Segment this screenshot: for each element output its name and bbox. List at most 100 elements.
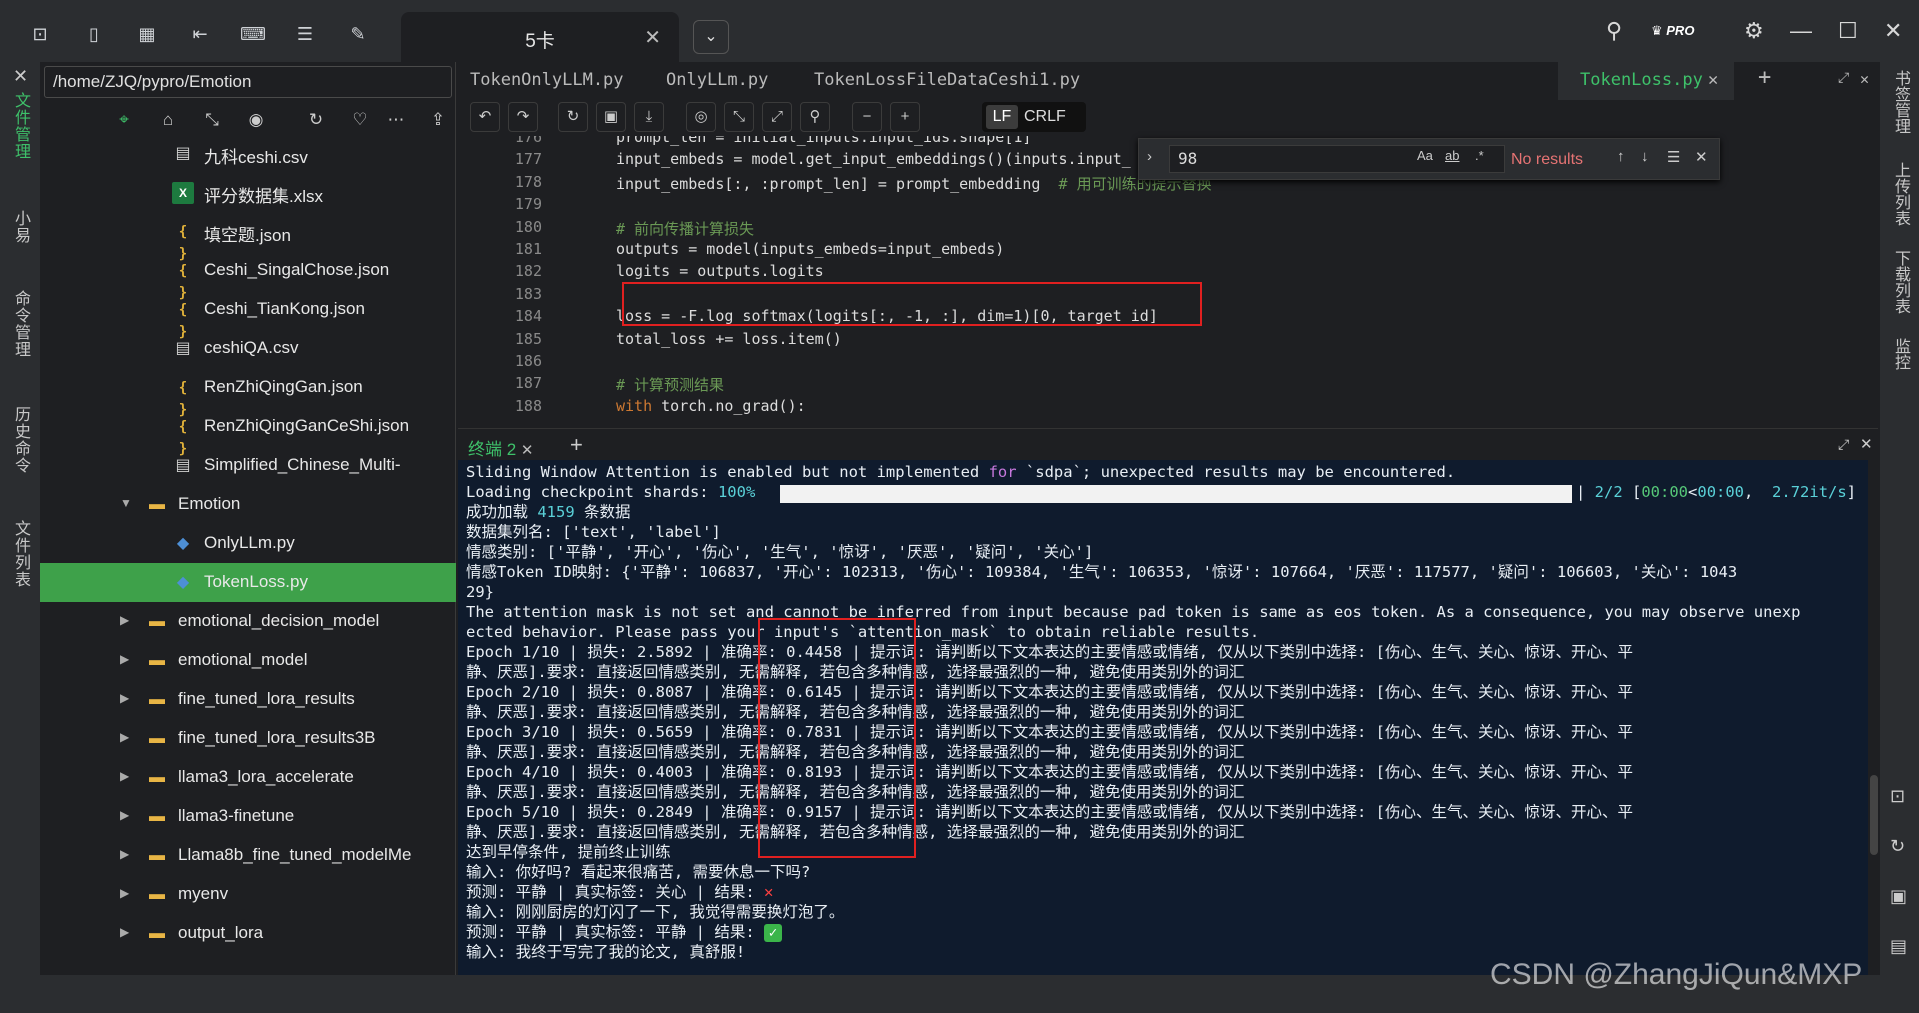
tree-file[interactable]: { } RenZhiQingGanCeShi.json bbox=[40, 407, 456, 457]
sidebar-tab-download-list[interactable]: 下载列表 bbox=[1888, 250, 1912, 314]
tree-folder[interactable]: ▶ ▬ llama3_lora_accelerate bbox=[40, 758, 456, 797]
sidebar-tab-file-list[interactable]: 文件列表 bbox=[8, 520, 32, 588]
zoom-in-icon[interactable]: + bbox=[890, 102, 920, 132]
chevron-right-icon[interactable]: ▶ bbox=[120, 652, 129, 666]
tree-file[interactable]: X 评分数据集.xlsx bbox=[40, 173, 456, 212]
search-icon[interactable]: ⚲ bbox=[800, 102, 830, 132]
tree-folder[interactable]: ▶ ▬ fine_tuned_lora_results bbox=[40, 680, 456, 719]
chevron-down-icon[interactable]: ⌄ bbox=[693, 20, 729, 54]
chevron-right-icon[interactable]: ▶ bbox=[120, 769, 129, 783]
maximize-editor-icon[interactable]: ⤢ bbox=[1838, 70, 1849, 86]
chevron-right-icon[interactable]: ▶ bbox=[120, 886, 129, 900]
tree-file[interactable]: ▤ ceshiQA.csv bbox=[40, 329, 456, 368]
terminal-output[interactable]: Sliding Window Attention is enabled but … bbox=[458, 460, 1868, 975]
tree-folder[interactable]: ▶ ▬ fine_tuned_lora_results3B bbox=[40, 719, 456, 758]
add-terminal-icon[interactable]: + bbox=[570, 432, 583, 458]
whole-word-toggle[interactable]: ab bbox=[1445, 148, 1459, 163]
regex-toggle[interactable]: .* bbox=[1475, 148, 1484, 163]
tab-onlyllm[interactable]: OnlyLLm.py bbox=[666, 70, 768, 90]
path-input[interactable]: /home/ZJQ/pypro/Emotion bbox=[44, 66, 452, 98]
close-panel-icon[interactable]: ✕ bbox=[8, 66, 32, 88]
compass-icon[interactable]: ◎ bbox=[686, 102, 716, 132]
terminal-icon[interactable]: ⊡ bbox=[28, 22, 52, 46]
redo-icon[interactable]: ↷ bbox=[508, 102, 538, 132]
chevron-right-icon[interactable]: ▶ bbox=[120, 730, 129, 744]
sidebar-tab-upload-list[interactable]: 上传列表 bbox=[1888, 162, 1912, 226]
window-close-icon[interactable]: ✕ bbox=[1884, 18, 1902, 44]
expand-icon[interactable]: ⤢ bbox=[762, 102, 792, 132]
tree-folder[interactable]: ▶ ▬ Llama8b_fine_tuned_modelMe bbox=[40, 836, 456, 875]
minimize-icon[interactable]: — bbox=[1790, 18, 1812, 44]
layout-icon[interactable]: ▦ bbox=[135, 22, 159, 46]
tab-tokenlossfiledataceshi1[interactable]: TokenLossFileDataCeshi1.py bbox=[814, 70, 1080, 90]
refresh-icon[interactable]: ↻ bbox=[1890, 836, 1905, 857]
expand-icon[interactable]: ⊡ bbox=[1890, 786, 1905, 807]
search-icon[interactable]: ⚲ bbox=[1606, 18, 1622, 44]
crlf-button[interactable]: CRLF bbox=[1024, 105, 1066, 129]
tree-file[interactable]: { } Ceshi_TianKong.json bbox=[40, 290, 456, 340]
undo-icon[interactable]: ↶ bbox=[470, 102, 500, 132]
save-icon[interactable]: ▣ bbox=[596, 102, 626, 132]
sidebar-tab-bookmarks[interactable]: 书签管理 bbox=[1888, 70, 1912, 134]
tree-folder[interactable]: ▶ ▬ llama3-finetune bbox=[40, 797, 456, 836]
zoom-out-icon[interactable]: − bbox=[852, 102, 882, 132]
tree-folder[interactable]: ▼ ▬ Emotion bbox=[40, 485, 456, 524]
tab-tokenonlyllm[interactable]: TokenOnlyLLM.py bbox=[470, 70, 624, 90]
tab-tokenloss[interactable]: TokenLoss.py bbox=[1580, 70, 1703, 90]
shrink-icon[interactable]: ⤡ bbox=[724, 102, 754, 132]
tree-folder[interactable]: ▶ ▬ emotional_model bbox=[40, 641, 456, 680]
session-tab[interactable]: 5卡 ✕ bbox=[401, 12, 679, 62]
maximize-icon[interactable]: ☐ bbox=[1838, 18, 1858, 44]
sidebar-tab-xiaoyi[interactable]: 小易 bbox=[8, 210, 32, 244]
find-in-selection-icon[interactable]: ☰ bbox=[1667, 148, 1680, 166]
close-editor-icon[interactable]: ✕ bbox=[1860, 70, 1869, 88]
close-icon[interactable]: ✕ bbox=[1695, 148, 1708, 166]
bookmark-icon[interactable]: ▯ bbox=[82, 22, 106, 46]
close-icon[interactable]: ✕ bbox=[644, 25, 661, 50]
tree-folder[interactable]: ▶ ▬ emotional_decision_model bbox=[40, 602, 456, 641]
gear-icon[interactable]: ⚙ bbox=[1744, 18, 1764, 44]
reload-icon[interactable]: ↻ bbox=[558, 102, 588, 132]
home-icon[interactable]: ⌂ bbox=[154, 106, 182, 134]
chevron-right-icon[interactable]: ▶ bbox=[120, 808, 129, 822]
sidebar-tab-history[interactable]: 历史命令 bbox=[8, 406, 32, 474]
tree-folder[interactable]: ▶ ▬ output_lora bbox=[40, 914, 456, 953]
save-icon[interactable]: ▣ bbox=[1890, 886, 1907, 907]
chevron-down-icon[interactable]: ▼ bbox=[120, 496, 132, 510]
tab-terminal-2[interactable]: 终端 2 ✕ bbox=[468, 435, 534, 460]
maximize-terminal-icon[interactable]: ⤢ bbox=[1838, 436, 1849, 453]
close-icon[interactable]: ✕ bbox=[1708, 70, 1718, 90]
sidebar-tab-file-manager[interactable]: 文件管理 bbox=[8, 92, 32, 160]
tree-file[interactable]: ▤ 九科ceshi.csv bbox=[40, 140, 456, 173]
eye-icon[interactable]: ◉ bbox=[242, 106, 270, 134]
chevron-right-icon[interactable]: ▶ bbox=[120, 691, 129, 705]
match-case-toggle[interactable]: Aa bbox=[1417, 148, 1433, 163]
tree-folder[interactable]: ▶ ▬ myenv bbox=[40, 875, 456, 914]
chevron-right-icon[interactable]: ▶ bbox=[120, 925, 129, 939]
chevron-right-icon[interactable]: ▶ bbox=[120, 847, 129, 861]
sidebar-tab-command-manager[interactable]: 命令管理 bbox=[8, 290, 32, 358]
locate-icon[interactable]: ⌖ bbox=[110, 106, 138, 134]
console-icon[interactable]: ⌨ bbox=[240, 22, 266, 46]
tree-file[interactable]: { } 填空题.json bbox=[40, 212, 456, 262]
tree-icon[interactable]: ⇤ bbox=[188, 22, 212, 46]
chevron-right-icon[interactable]: › bbox=[1147, 148, 1152, 165]
collapse-icon[interactable]: ⤡ bbox=[198, 106, 226, 134]
heart-icon[interactable]: ♡ bbox=[346, 106, 374, 134]
close-icon[interactable]: ✕ bbox=[521, 442, 534, 459]
tree-file[interactable]: { } Ceshi_SingalChose.json bbox=[40, 251, 456, 301]
refresh-icon[interactable]: ↻ bbox=[302, 106, 330, 134]
tree-file[interactable]: ◆ TokenLoss.py bbox=[40, 563, 456, 602]
add-tab-icon[interactable]: + bbox=[1758, 65, 1771, 90]
download-icon[interactable]: ⤓ bbox=[634, 102, 664, 132]
tree-file[interactable]: { } RenZhiQingGan.json bbox=[40, 368, 456, 418]
lf-button[interactable]: LF bbox=[986, 105, 1018, 129]
arrow-down-icon[interactable]: ↓ bbox=[1641, 148, 1649, 165]
close-terminal-icon[interactable]: ✕ bbox=[1860, 435, 1873, 453]
wrench-icon[interactable]: ✎ bbox=[346, 22, 370, 46]
clipboard-icon[interactable]: ▤ bbox=[1890, 936, 1907, 957]
list-icon[interactable]: ☰ bbox=[293, 22, 317, 46]
chevron-right-icon[interactable]: ▶ bbox=[120, 613, 129, 627]
upload-icon[interactable]: ⇪ bbox=[424, 106, 452, 134]
sidebar-tab-monitor[interactable]: 监控 bbox=[1888, 338, 1912, 370]
